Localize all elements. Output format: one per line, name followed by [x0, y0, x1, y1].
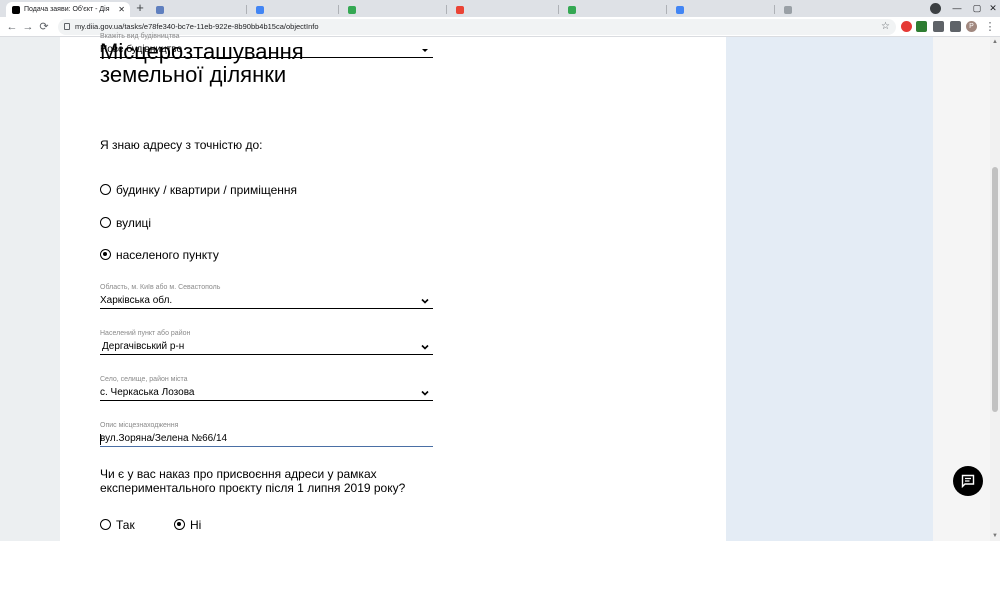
experimental-project-question: Чи є у вас наказ про присвоєння адреси у… — [100, 467, 405, 495]
forward-button[interactable]: → — [20, 19, 36, 35]
region-select[interactable]: Харківська обл. — [100, 295, 433, 309]
bookmark-star-icon[interactable]: ☆ — [881, 19, 890, 35]
radio-circle[interactable] — [100, 184, 111, 195]
scroll-up-icon[interactable]: ▲ — [991, 38, 999, 46]
tab-favicon-icon — [456, 6, 464, 14]
diia-favicon-icon — [12, 6, 20, 14]
tab-separator — [338, 5, 339, 14]
tab-favicon-icon — [676, 6, 684, 14]
page-left-margin — [0, 37, 60, 541]
profile-badge-icon[interactable] — [924, 0, 946, 17]
location-description-label: Опис місцезнаходження — [100, 422, 179, 429]
radio-label: будинку / квартири / приміщення — [116, 183, 298, 197]
tab-title: Подача заяви: Об'єкт - Дія — [24, 6, 110, 13]
question-line: експериментального проєкту після 1 липня… — [100, 481, 406, 495]
region-value: Харківська обл. — [100, 295, 173, 306]
page-scrollbar[interactable]: ▲ ▼ — [990, 37, 1000, 541]
location-description-value: вул.Зоряна/Зелена №66/14 — [100, 433, 228, 444]
extension-green-icon[interactable] — [916, 21, 927, 32]
region-label: Область, м. Київ або м. Севастополь — [100, 284, 221, 291]
browser-tab[interactable] — [562, 2, 666, 17]
extension-opera-icon[interactable] — [901, 21, 912, 32]
radio-label: Ні — [190, 518, 202, 532]
browser-tab[interactable] — [450, 2, 558, 17]
tab-separator — [558, 5, 559, 14]
tab-close-icon[interactable]: ✕ — [118, 2, 125, 17]
settlement-select[interactable]: с. Черкаська Лозова — [100, 387, 433, 401]
settlement-value: с. Черкаська Лозова — [100, 387, 195, 398]
tab-favicon-icon — [156, 6, 164, 14]
radio-circle[interactable] — [100, 519, 111, 530]
extension-grid-icon[interactable] — [933, 21, 944, 32]
browser-tab[interactable] — [150, 2, 246, 17]
scrollbar-thumb[interactable] — [992, 167, 998, 412]
back-button[interactable]: ← — [4, 19, 20, 35]
tab-separator — [774, 5, 775, 14]
tab-favicon-icon — [256, 6, 264, 14]
radio-label: Так — [116, 518, 135, 532]
radio-label: населеного пункту — [116, 248, 219, 262]
tab-separator — [246, 5, 247, 14]
minimize-icon[interactable]: — — [946, 0, 968, 17]
chevron-down-icon — [421, 298, 429, 304]
tab-separator — [446, 5, 447, 14]
browser-menu-icon[interactable]: ⋮ — [982, 19, 998, 35]
district-select[interactable]: Дергачівський р-н — [100, 341, 433, 355]
browser-tab[interactable] — [250, 2, 338, 17]
browser-tab-strip: Подача заяви: Об'єкт - Дія ✕ + — ▢ ✕ — [0, 0, 1000, 17]
address-precision-question: Я знаю адресу з точністю до: — [100, 138, 263, 152]
question-line: Чи є у вас наказ про присвоєння адреси у… — [100, 467, 377, 481]
radio-label: вулиці — [116, 216, 152, 230]
chevron-down-icon — [421, 344, 429, 350]
dropdown-triangle-icon — [422, 49, 428, 52]
tab-separator — [666, 5, 667, 14]
browser-tab-active[interactable]: Подача заяви: Об'єкт - Дія ✕ — [6, 2, 130, 17]
new-tab-button[interactable]: + — [133, 1, 147, 15]
right-info-panel — [726, 37, 933, 541]
lock-icon — [64, 23, 70, 30]
chat-button[interactable] — [953, 466, 983, 496]
section-title: Місцерозташування земельної ділянки — [100, 40, 304, 86]
chevron-down-icon — [421, 390, 429, 396]
browser-tab[interactable] — [342, 2, 446, 17]
extensions-puzzle-icon[interactable] — [950, 21, 961, 32]
radio-circle[interactable] — [100, 217, 111, 228]
close-window-icon[interactable]: ✕ — [982, 0, 1000, 17]
district-value: Дергачівський р-н — [102, 341, 185, 352]
scroll-down-icon[interactable]: ▼ — [991, 532, 999, 540]
district-label: Населений пункт або район — [100, 330, 191, 337]
tab-favicon-icon — [348, 6, 356, 14]
chat-icon — [961, 474, 975, 488]
radio-circle-selected[interactable] — [174, 519, 185, 530]
screen: Подача заяви: Об'єкт - Дія ✕ + — ▢ ✕ ← →… — [0, 0, 1000, 611]
section-title-line: Місцерозташування — [100, 39, 304, 64]
browser-tab[interactable] — [670, 2, 774, 17]
tab-favicon-icon — [784, 6, 792, 14]
settlement-label: Село, селище, район міста — [100, 376, 188, 383]
section-title-line: земельної ділянки — [100, 62, 287, 87]
text-cursor — [100, 434, 101, 445]
reload-button[interactable]: ⟳ — [36, 19, 52, 35]
screen-bottom-blank — [0, 541, 1000, 611]
page-right-margin — [933, 37, 990, 541]
location-description-input[interactable]: вул.Зоряна/Зелена №66/14 — [100, 433, 433, 447]
profile-avatar[interactable]: P — [966, 21, 977, 32]
browser-tab[interactable] — [778, 2, 882, 17]
radio-circle-selected[interactable] — [100, 249, 111, 260]
tab-favicon-icon — [568, 6, 576, 14]
address-bar[interactable]: my.diia.gov.ua/tasks/e78fe340-bc7e-11eb-… — [58, 19, 896, 35]
